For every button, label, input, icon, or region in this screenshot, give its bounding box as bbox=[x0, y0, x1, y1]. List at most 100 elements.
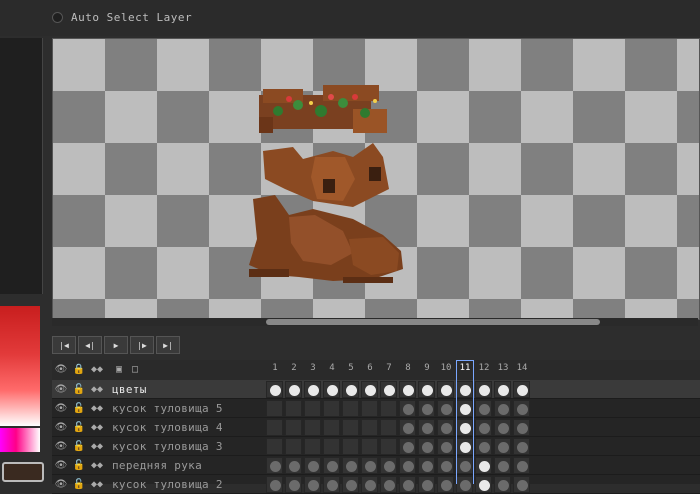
layer-row[interactable]: 👁 🔓 ◆◆ кусок туловища 5 bbox=[52, 399, 700, 418]
frame-cel[interactable] bbox=[494, 381, 511, 398]
visibility-eye-icon[interactable]: 👁 bbox=[54, 440, 68, 453]
lock-icon[interactable]: 🔓 bbox=[72, 383, 86, 396]
frame-cel[interactable] bbox=[475, 438, 492, 455]
prev-frame-button[interactable]: ◀| bbox=[78, 336, 102, 354]
frame-number-5[interactable]: 5 bbox=[342, 363, 360, 373]
auto-select-layer-option[interactable]: Auto Select Layer bbox=[52, 11, 192, 24]
frame-number-4[interactable]: 4 bbox=[323, 363, 341, 373]
layer-name[interactable]: кусок туловища 3 bbox=[112, 440, 223, 453]
frame-cel[interactable] bbox=[399, 381, 416, 398]
link-cels-icon[interactable]: ◆◆ bbox=[90, 440, 104, 453]
frame-cel[interactable] bbox=[437, 381, 454, 398]
frame-cel[interactable] bbox=[418, 457, 435, 474]
frame-number-2[interactable]: 2 bbox=[285, 363, 303, 373]
frame-cel[interactable] bbox=[418, 476, 435, 493]
frame-cel[interactable] bbox=[323, 476, 340, 493]
frame-cel[interactable] bbox=[418, 400, 435, 417]
color-picker-field[interactable] bbox=[0, 306, 40, 426]
frame-cel[interactable] bbox=[494, 457, 511, 474]
frame-cel[interactable] bbox=[380, 381, 397, 398]
frame-cel[interactable] bbox=[266, 400, 283, 417]
frame-number-6[interactable]: 6 bbox=[361, 363, 379, 373]
frame-cel[interactable] bbox=[513, 438, 530, 455]
frame-cel[interactable] bbox=[285, 476, 302, 493]
frame-cel[interactable] bbox=[475, 419, 492, 436]
frame-cel[interactable] bbox=[285, 400, 302, 417]
frame-number-13[interactable]: 13 bbox=[494, 363, 512, 373]
layer-name[interactable]: кусок туловища 5 bbox=[112, 402, 223, 415]
frame-cel[interactable] bbox=[437, 476, 454, 493]
frame-number-1[interactable]: 1 bbox=[266, 363, 284, 373]
frame-cel[interactable] bbox=[475, 400, 492, 417]
frame-cel[interactable] bbox=[361, 457, 378, 474]
frame-number-12[interactable]: 12 bbox=[475, 363, 493, 373]
frame-cel[interactable] bbox=[285, 438, 302, 455]
frame-number-3[interactable]: 3 bbox=[304, 363, 322, 373]
frame-number-7[interactable]: 7 bbox=[380, 363, 398, 373]
frame-cel[interactable] bbox=[399, 438, 416, 455]
frame-cel[interactable] bbox=[266, 438, 283, 455]
frame-cel[interactable] bbox=[342, 381, 359, 398]
onion-skin-toggle-icon[interactable]: □ bbox=[128, 363, 142, 376]
frame-cel[interactable] bbox=[513, 381, 530, 398]
layer-name[interactable]: передняя рука bbox=[112, 459, 202, 472]
frame-cel[interactable] bbox=[342, 438, 359, 455]
frame-cel[interactable] bbox=[361, 476, 378, 493]
last-frame-button[interactable]: ▶| bbox=[156, 336, 180, 354]
visibility-eye-icon[interactable]: 👁 bbox=[54, 421, 68, 434]
frame-cel[interactable] bbox=[513, 457, 530, 474]
frame-cel[interactable] bbox=[437, 438, 454, 455]
frame-cel[interactable] bbox=[266, 476, 283, 493]
layer-row[interactable]: 👁 🔓 ◆◆ цветы bbox=[52, 380, 700, 399]
frame-cel[interactable] bbox=[323, 457, 340, 474]
frame-cel[interactable] bbox=[418, 381, 435, 398]
secondary-color-swatch[interactable] bbox=[2, 462, 44, 482]
visibility-eye-icon[interactable]: 👁 bbox=[54, 383, 68, 396]
frame-cel[interactable] bbox=[418, 419, 435, 436]
frame-cel[interactable] bbox=[437, 400, 454, 417]
link-cels-icon[interactable]: ◆◆ bbox=[90, 383, 104, 396]
frame-number-9[interactable]: 9 bbox=[418, 363, 436, 373]
frame-cel[interactable] bbox=[323, 381, 340, 398]
frame-cel[interactable] bbox=[399, 400, 416, 417]
frame-number-14[interactable]: 14 bbox=[513, 363, 531, 373]
frame-cel[interactable] bbox=[399, 419, 416, 436]
frame-cel[interactable] bbox=[361, 400, 378, 417]
frame-number-10[interactable]: 10 bbox=[437, 363, 455, 373]
lock-icon[interactable]: 🔓 bbox=[72, 402, 86, 415]
visibility-eye-icon[interactable]: 👁 bbox=[54, 459, 68, 472]
frame-cel[interactable] bbox=[494, 419, 511, 436]
frame-cel[interactable] bbox=[266, 457, 283, 474]
link-cels-icon[interactable]: ◆◆ bbox=[90, 478, 104, 491]
lock-header-icon[interactable]: 🔒 bbox=[72, 363, 86, 376]
frame-cel[interactable] bbox=[266, 419, 283, 436]
lock-icon[interactable]: 🔓 bbox=[72, 421, 86, 434]
drawing-canvas[interactable] bbox=[52, 38, 700, 320]
frame-cel[interactable] bbox=[323, 400, 340, 417]
layer-row[interactable]: 👁 🔓 ◆◆ кусок туловища 3 bbox=[52, 437, 700, 456]
frame-cel[interactable] bbox=[380, 438, 397, 455]
frame-cel[interactable] bbox=[513, 419, 530, 436]
frame-cel[interactable] bbox=[380, 419, 397, 436]
frame-cel[interactable] bbox=[475, 457, 492, 474]
frame-cel[interactable] bbox=[304, 400, 321, 417]
canvas-horizontal-scrollbar[interactable] bbox=[52, 318, 698, 326]
frame-cel[interactable] bbox=[380, 400, 397, 417]
frame-cel[interactable] bbox=[304, 438, 321, 455]
frame-cel[interactable] bbox=[513, 476, 530, 493]
frame-cel[interactable] bbox=[418, 438, 435, 455]
onion-skin-icon[interactable]: ▣ bbox=[112, 363, 126, 376]
frame-cel[interactable] bbox=[285, 457, 302, 474]
frame-number-8[interactable]: 8 bbox=[399, 363, 417, 373]
frame-cel[interactable] bbox=[399, 457, 416, 474]
frame-cel[interactable] bbox=[361, 419, 378, 436]
frame-cel[interactable] bbox=[494, 438, 511, 455]
frame-cel[interactable] bbox=[304, 457, 321, 474]
frame-cel[interactable] bbox=[266, 381, 283, 398]
visibility-eye-icon[interactable]: 👁 bbox=[54, 402, 68, 415]
frame-cel[interactable] bbox=[304, 381, 321, 398]
frame-cel[interactable] bbox=[494, 476, 511, 493]
frame-cel[interactable] bbox=[323, 419, 340, 436]
frame-cel[interactable] bbox=[342, 400, 359, 417]
frame-cel[interactable] bbox=[304, 419, 321, 436]
